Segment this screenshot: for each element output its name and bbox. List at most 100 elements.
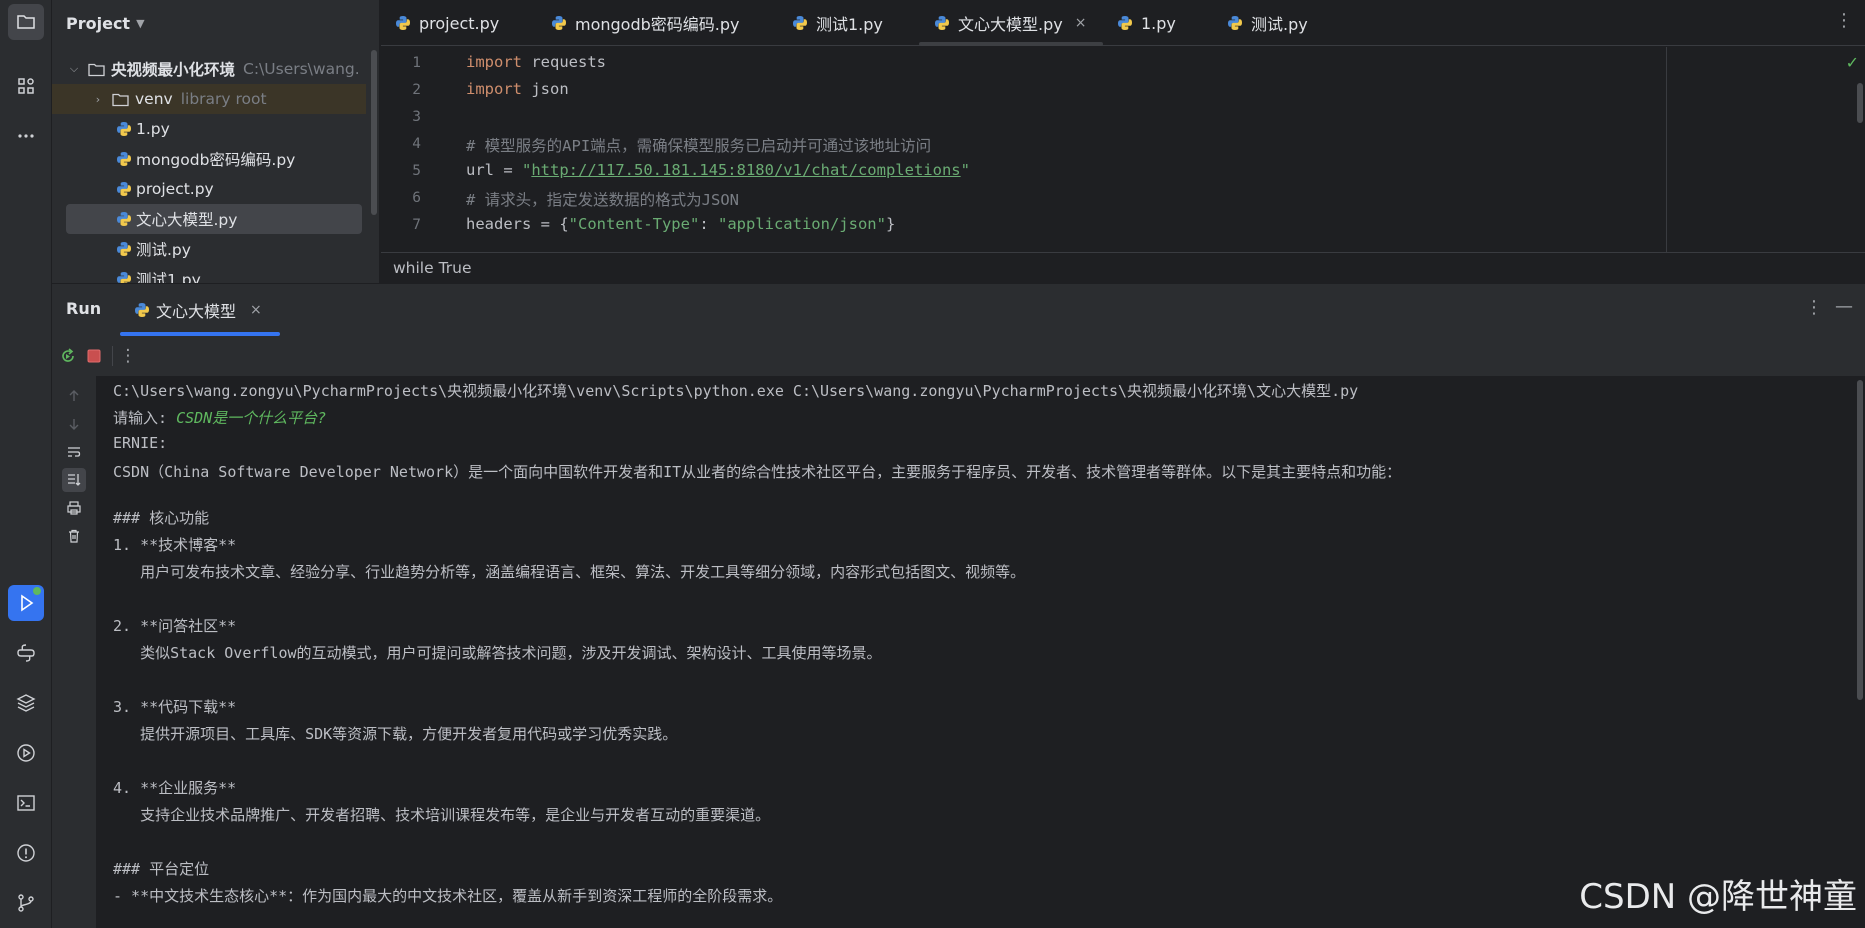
more-icon: [18, 134, 34, 138]
structure-tool-button[interactable]: [8, 68, 44, 104]
scroll-down-button[interactable]: [62, 412, 86, 436]
code-string: "Content-Type": [568, 215, 700, 233]
right-margin-guide: [1666, 47, 1667, 252]
project-panel-header[interactable]: Project ▼: [52, 0, 379, 46]
tree-item-path-hint: C:\Users\wang.: [243, 60, 360, 78]
project-tool-button[interactable]: [8, 4, 44, 40]
tab-mongodb-py[interactable]: mongodb密码编码.py: [551, 0, 740, 46]
editor-tab-bar: project.py mongodb密码编码.py 测试1.py 文心大模型.p…: [381, 0, 1865, 46]
python-console-button[interactable]: [8, 635, 44, 671]
close-icon[interactable]: ×: [1075, 15, 1087, 31]
code-string: ": [960, 161, 970, 179]
tab-label: mongodb密码编码.py: [575, 15, 740, 34]
run-icon: [21, 594, 34, 612]
project-panel: Project ▼ ⌵ 央视频最小化环境 C:\Users\wang. › ve…: [52, 0, 380, 283]
scroll-to-end-button[interactable]: [62, 468, 86, 492]
terminal-icon: [17, 795, 35, 811]
code-string: ": [522, 161, 532, 179]
tree-item-file[interactable]: 测试1.py: [52, 264, 366, 283]
python-file-icon: [1227, 15, 1243, 31]
toolbar-more-icon[interactable]: ⋮: [118, 346, 138, 366]
console-line: 类似Stack Overflow的互动模式，用户可提问或解答技术问题，涉及开发调…: [113, 644, 882, 662]
stop-button[interactable]: [84, 346, 104, 366]
run-tool-button[interactable]: [8, 585, 44, 621]
tree-item-label: 1.py: [136, 120, 170, 138]
python-file-icon: [116, 241, 132, 257]
console-line: ERNIE:: [113, 434, 168, 452]
tab-label: 1.py: [1141, 13, 1176, 33]
tab-test-py[interactable]: 测试.py: [1227, 0, 1308, 46]
git-branch-icon: [18, 894, 34, 912]
project-scrollbar[interactable]: [371, 50, 377, 215]
terminal-button[interactable]: [8, 785, 44, 821]
tabs-more-icon[interactable]: ⋮: [1835, 10, 1853, 31]
console-scrollbar[interactable]: [1857, 380, 1863, 700]
rerun-button[interactable]: [58, 346, 78, 366]
tab-test1-py[interactable]: 测试1.py: [792, 0, 883, 46]
scroll-up-button[interactable]: [62, 384, 86, 408]
code-url-link[interactable]: http://117.50.181.145:8180/v1/chat/compl…: [531, 161, 960, 179]
console-line: - **中文技术生态核心**：作为国内最大的中文技术社区，覆盖从新手到资深工程师…: [113, 887, 783, 905]
tree-item-file-selected[interactable]: 文心大模型.py: [66, 204, 362, 234]
tree-item-library-hint: library root: [180, 90, 267, 108]
line-number: 2: [412, 82, 421, 98]
tree-item-label: venv: [135, 90, 173, 108]
services-button[interactable]: [8, 735, 44, 771]
print-icon: [67, 501, 81, 515]
tree-item-label: 测试.py: [136, 241, 191, 259]
editor-scrollbar[interactable]: [1857, 83, 1863, 123]
problems-button[interactable]: [8, 835, 44, 871]
code-text: }: [885, 215, 896, 233]
tab-1-py[interactable]: 1.py: [1117, 0, 1176, 46]
git-button[interactable]: [8, 885, 44, 921]
tab-wenxin-py[interactable]: 文心大模型.py ×: [934, 0, 1086, 46]
minimize-icon[interactable]: —: [1835, 296, 1853, 317]
tab-label: 测试.py: [1251, 15, 1308, 34]
python-file-icon: [395, 15, 411, 31]
tab-project-py[interactable]: project.py: [395, 0, 499, 46]
stop-icon: [87, 349, 101, 363]
toolbar-divider: [112, 346, 113, 366]
tree-item-label: 测试1.py: [136, 271, 201, 283]
scroll-to-end-icon: [68, 474, 81, 486]
python-file-icon: [116, 181, 132, 197]
tab-label: 文心大模型.py: [958, 15, 1063, 34]
line-number: 4: [412, 136, 421, 152]
run-toolbar: ⋮: [52, 336, 1865, 376]
python-file-icon: [934, 15, 950, 31]
tree-item-file[interactable]: 1.py: [52, 114, 366, 144]
soft-wrap-button[interactable]: [62, 440, 86, 464]
tab-label: 测试1.py: [816, 15, 883, 34]
python-packages-button[interactable]: [8, 685, 44, 721]
code-line: import json: [466, 80, 569, 98]
line-number: 7: [412, 217, 421, 233]
breadcrumb[interactable]: while True: [381, 252, 1865, 283]
run-tab-wenxin[interactable]: 文心大模型 ×: [134, 284, 262, 336]
python-file-icon: [116, 121, 132, 137]
active-tab-indicator: [919, 42, 1103, 46]
chevron-down-icon: ⌵: [69, 62, 79, 75]
run-window-header: Run 文心大模型 × ⋮ —: [52, 284, 1865, 336]
tree-item-project-root[interactable]: ⌵ 央视频最小化环境 C:\Users\wang.: [52, 54, 366, 84]
tree-item-file[interactable]: mongodb密码编码.py: [52, 144, 366, 174]
tree-item-file[interactable]: project.py: [52, 174, 366, 204]
tree-item-label: mongodb密码编码.py: [136, 151, 296, 169]
code-keyword: import: [466, 80, 522, 98]
tree-item-file[interactable]: 测试.py: [52, 234, 366, 264]
run-options-icon[interactable]: ⋮: [1805, 297, 1823, 318]
run-console-output[interactable]: C:\Users\wang.zongyu\PycharmProjects\央视频…: [96, 376, 1865, 928]
trash-icon: [69, 529, 79, 543]
code-line: headers = {"Content-Type": "application/…: [466, 215, 895, 233]
arrow-down-icon: [69, 419, 79, 430]
console-line: C:\Users\wang.zongyu\PycharmProjects\央视频…: [113, 382, 1359, 400]
clear-all-button[interactable]: [62, 524, 86, 548]
console-line: ### 核心功能: [113, 509, 210, 527]
folder-icon: [88, 62, 105, 77]
print-button[interactable]: [62, 496, 86, 520]
breadcrumb-item[interactable]: while True: [393, 259, 472, 277]
more-tools-button[interactable]: [8, 118, 44, 154]
code-editor[interactable]: 1 2 3 4 5 6 7 import requests import jso…: [381, 47, 1865, 252]
python-file-icon: [792, 15, 808, 31]
close-icon[interactable]: ×: [250, 302, 262, 318]
tree-item-venv[interactable]: › venv library root: [52, 84, 366, 114]
